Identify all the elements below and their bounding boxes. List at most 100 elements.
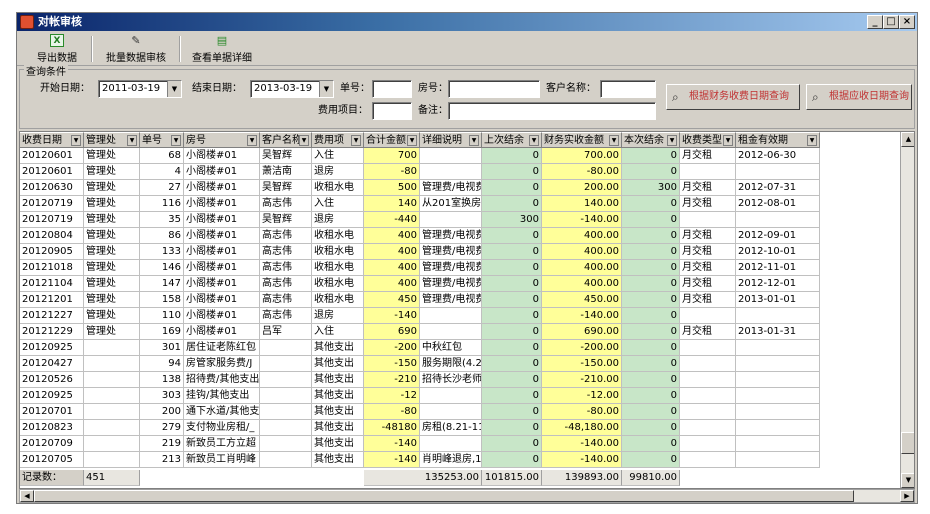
cell-office[interactable] <box>84 436 140 452</box>
maximize-button[interactable]: □ <box>883 15 899 29</box>
cell-office[interactable]: 管理处 <box>84 324 140 340</box>
cell-charge-type[interactable] <box>680 164 736 180</box>
cell-charge-type[interactable] <box>680 356 736 372</box>
cell-rent-valid-until[interactable] <box>736 420 820 436</box>
cell-actual-received[interactable]: 200.00 <box>542 180 622 196</box>
cell-room-no[interactable]: 小阁楼#01 <box>184 212 260 228</box>
cell-this-balance[interactable]: 0 <box>622 164 680 180</box>
cell-room-no[interactable]: 新致员工肖明峰 <box>184 452 260 468</box>
cell-customer[interactable] <box>260 356 312 372</box>
cell-actual-received[interactable]: -80.00 <box>542 404 622 420</box>
cell-detail[interactable]: 管理费/电视费 <box>420 260 482 276</box>
cell-rent-valid-until[interactable]: 2012-07-31 <box>736 180 820 196</box>
cell-fee-item[interactable]: 其他支出 <box>312 420 364 436</box>
cell-actual-received[interactable]: -140.00 <box>542 452 622 468</box>
cell-this-balance[interactable]: 0 <box>622 292 680 308</box>
cell-fee-item[interactable]: 其他支出 <box>312 436 364 452</box>
cell-last-balance[interactable]: 0 <box>482 276 542 292</box>
cell-charge-date[interactable]: 20120601 <box>20 164 84 180</box>
cell-total-amount[interactable]: -140 <box>364 436 420 452</box>
cell-customer[interactable]: 高志伟 <box>260 260 312 276</box>
cell-charge-date[interactable]: 20120630 <box>20 180 84 196</box>
cell-actual-received[interactable]: -48,180.00 <box>542 420 622 436</box>
cell-bill-no[interactable]: 133 <box>140 244 184 260</box>
cell-bill-no[interactable]: 138 <box>140 372 184 388</box>
cell-detail[interactable]: 房租(8.21-11 <box>420 420 482 436</box>
query-by-receivable-date-button[interactable]: ⌕ 根据应收日期查询 <box>806 84 912 110</box>
cell-rent-valid-until[interactable] <box>736 308 820 324</box>
cell-fee-item[interactable]: 其他支出 <box>312 404 364 420</box>
cell-office[interactable] <box>84 420 140 436</box>
filter-dropdown-icon[interactable]: ▼ <box>299 135 309 146</box>
end-date-picker[interactable]: 2013-03-19 ▼ <box>250 80 334 98</box>
cell-room-no[interactable]: 小阁楼#01 <box>184 276 260 292</box>
cell-rent-valid-until[interactable] <box>736 404 820 420</box>
cell-actual-received[interactable]: 690.00 <box>542 324 622 340</box>
cell-bill-no[interactable]: 147 <box>140 276 184 292</box>
cell-detail[interactable] <box>420 436 482 452</box>
scroll-up-icon[interactable]: ▲ <box>901 132 914 147</box>
horizontal-scrollbar[interactable]: ◀ ▶ <box>19 489 915 503</box>
cell-this-balance[interactable]: 0 <box>622 324 680 340</box>
close-button[interactable]: × <box>899 15 915 29</box>
filter-dropdown-icon[interactable]: ▼ <box>407 135 417 146</box>
cell-office[interactable]: 管理处 <box>84 180 140 196</box>
cell-charge-type[interactable]: 月交租 <box>680 292 736 308</box>
cell-charge-type[interactable]: 月交租 <box>680 244 736 260</box>
cell-this-balance[interactable]: 0 <box>622 340 680 356</box>
cell-rent-valid-until[interactable]: 2012-12-01 <box>736 276 820 292</box>
cell-bill-no[interactable]: 219 <box>140 436 184 452</box>
cell-office[interactable]: 管理处 <box>84 244 140 260</box>
cell-actual-received[interactable]: -140.00 <box>542 308 622 324</box>
cell-detail[interactable] <box>420 404 482 420</box>
filter-dropdown-icon[interactable]: ▼ <box>469 135 479 146</box>
scroll-left-icon[interactable]: ◀ <box>20 490 34 502</box>
cell-bill-no[interactable]: 68 <box>140 148 184 164</box>
header-col-charge-type[interactable]: 收费类型 ▼ <box>680 132 736 148</box>
cell-charge-type[interactable]: 月交租 <box>680 180 736 196</box>
cell-fee-item[interactable]: 收租水电 <box>312 228 364 244</box>
cell-rent-valid-until[interactable] <box>736 164 820 180</box>
cell-charge-date[interactable]: 20120719 <box>20 196 84 212</box>
cell-actual-received[interactable]: 700.00 <box>542 148 622 164</box>
fee-item-input[interactable] <box>372 102 412 120</box>
cell-office[interactable]: 管理处 <box>84 292 140 308</box>
cell-fee-item[interactable]: 其他支出 <box>312 372 364 388</box>
cell-customer[interactable]: 吕军 <box>260 324 312 340</box>
cell-charge-date[interactable]: 20121104 <box>20 276 84 292</box>
cell-customer[interactable]: 吴智辉 <box>260 212 312 228</box>
cell-total-amount[interactable]: -440 <box>364 212 420 228</box>
cell-charge-type[interactable] <box>680 212 736 228</box>
vertical-scrollbar[interactable]: ▲ ▼ <box>900 132 914 488</box>
cell-last-balance[interactable]: 0 <box>482 324 542 340</box>
export-data-button[interactable]: X 导出数据 <box>29 34 85 64</box>
cell-office[interactable] <box>84 340 140 356</box>
cell-office[interactable] <box>84 356 140 372</box>
cell-office[interactable] <box>84 404 140 420</box>
cell-this-balance[interactable]: 0 <box>622 420 680 436</box>
cell-detail[interactable]: 从201室换房到 <box>420 196 482 212</box>
cell-last-balance[interactable]: 0 <box>482 372 542 388</box>
cell-actual-received[interactable]: 400.00 <box>542 260 622 276</box>
cell-office[interactable]: 管理处 <box>84 308 140 324</box>
cell-rent-valid-until[interactable] <box>736 436 820 452</box>
cell-customer[interactable]: 高志伟 <box>260 244 312 260</box>
header-col-room-no[interactable]: 房号 ▼ <box>184 132 260 148</box>
cell-bill-no[interactable]: 169 <box>140 324 184 340</box>
cell-fee-item[interactable]: 其他支出 <box>312 356 364 372</box>
cell-last-balance[interactable]: 0 <box>482 356 542 372</box>
header-col-this-balance[interactable]: 本次结余 ▼ <box>622 132 680 148</box>
scroll-down-icon[interactable]: ▼ <box>901 473 914 488</box>
remark-input[interactable] <box>448 102 656 120</box>
cell-charge-date[interactable]: 20120601 <box>20 148 84 164</box>
cell-office[interactable]: 管理处 <box>84 260 140 276</box>
cell-customer[interactable] <box>260 404 312 420</box>
cell-room-no[interactable]: 小阁楼#01 <box>184 228 260 244</box>
cell-office[interactable] <box>84 372 140 388</box>
cell-room-no[interactable]: 支付物业房租/_ <box>184 420 260 436</box>
cell-total-amount[interactable]: 400 <box>364 244 420 260</box>
cell-rent-valid-until[interactable]: 2012-08-01 <box>736 196 820 212</box>
filter-dropdown-icon[interactable]: ▼ <box>529 135 539 146</box>
cell-customer[interactable] <box>260 388 312 404</box>
cell-room-no[interactable]: 小阁楼#01 <box>184 244 260 260</box>
